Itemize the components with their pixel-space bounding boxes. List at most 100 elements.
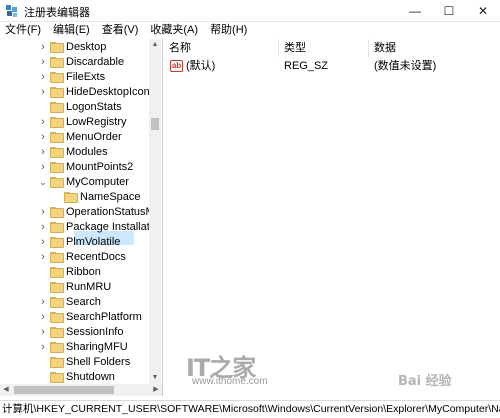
maximize-button[interactable]: ☐ [432, 0, 466, 22]
folder-icon [50, 237, 64, 248]
tree-item[interactable]: › Discardable [0, 55, 150, 70]
tree-horizontal-scrollbar[interactable]: ◀ ▶ [0, 384, 162, 396]
column-header-name[interactable]: 名称 [164, 39, 279, 57]
tree-item-label: FileExts [66, 71, 106, 83]
tree-item[interactable]: Shell Folders [0, 355, 150, 370]
chevron-right-icon[interactable]: › [38, 252, 48, 263]
chevron-right-icon[interactable]: › [38, 342, 48, 353]
tree-item[interactable]: NameSpace [0, 190, 150, 205]
folder-icon [50, 372, 64, 383]
tree-item-label: LogonStats [66, 101, 122, 113]
tree-item[interactable]: › FileExts [0, 70, 150, 85]
chevron-right-icon[interactable]: › [38, 117, 48, 128]
chevron-right-icon[interactable]: › [38, 72, 48, 83]
folder-icon [64, 192, 78, 203]
chevron-right-icon[interactable]: › [38, 162, 48, 173]
chevron-right-icon[interactable]: › [38, 237, 48, 248]
tree-item[interactable]: › Package Installatio [0, 220, 158, 235]
tree-item[interactable]: › RecentDocs [0, 250, 150, 265]
tree-item-label: MyComputer [66, 176, 129, 188]
values-list[interactable]: 名称 类型 数据 ab (默认) REG_SZ (数值未设置) [164, 39, 500, 396]
chevron-right-icon[interactable]: › [38, 312, 48, 323]
menu-edit[interactable]: 编辑(E) [47, 22, 96, 38]
scroll-left-arrow-icon[interactable]: ◀ [0, 384, 12, 396]
folder-icon [50, 312, 64, 323]
tree-item-label: Ribbon [66, 266, 101, 278]
folder-icon [50, 222, 64, 233]
menu-help[interactable]: 帮助(H) [204, 22, 253, 38]
folder-icon [50, 357, 64, 368]
tree-vertical-scrollbar[interactable]: ▲ ▼ [149, 39, 161, 384]
chevron-right-icon[interactable]: › [38, 207, 48, 218]
tree-item-label: Shutdown [66, 371, 115, 383]
tree-item[interactable]: › HideDesktopIcons [0, 85, 155, 100]
vertical-scroll-thumb[interactable] [151, 118, 159, 130]
menu-bar: 文件(F) 编辑(E) 查看(V) 收藏夹(A) 帮助(H) [0, 22, 500, 38]
value-type: REG_SZ [284, 60, 329, 72]
tree-item[interactable]: › PlmVolatile [0, 235, 150, 250]
tree-item[interactable]: › Desktop [0, 40, 150, 55]
close-button[interactable]: ✕ [466, 0, 500, 22]
folder-icon [50, 177, 64, 188]
menu-favorites[interactable]: 收藏夹(A) [144, 22, 204, 38]
tree-item-label: HideDesktopIcons [66, 86, 156, 98]
title-bar: 注册表编辑器 — ☐ ✕ [0, 0, 500, 22]
tree-item-label: RecentDocs [66, 251, 126, 263]
scroll-down-arrow-icon[interactable]: ▼ [149, 372, 161, 384]
chevron-right-icon[interactable]: › [38, 222, 48, 233]
value-data: (数值未设置) [374, 60, 437, 72]
string-value-icon: ab [170, 60, 183, 72]
tree-item-label: MountPoints2 [66, 161, 134, 173]
registry-tree[interactable]: › Desktop › Discardable › FileExts › HideDeskto… [0, 39, 163, 396]
chevron-right-icon[interactable]: › [38, 327, 48, 338]
tree-item[interactable]: › Search [0, 295, 150, 310]
tree-item[interactable]: ⌄ MyComputer [0, 175, 150, 190]
tree-item[interactable]: › MenuOrder [0, 130, 150, 145]
chevron-right-icon[interactable]: › [38, 147, 48, 158]
ithome-watermark: IT之家 www.ithome.com [186, 348, 306, 388]
tree-item-label: SharingMFU [66, 341, 128, 353]
tree-item[interactable]: › SessionInfo [0, 325, 150, 340]
minimize-button[interactable]: — [398, 0, 432, 22]
tree-item[interactable]: › SharingMFU [0, 340, 150, 355]
chevron-down-icon[interactable]: ⌄ [38, 177, 48, 187]
value-row[interactable]: ab (默认) REG_SZ (数值未设置) [164, 59, 500, 74]
column-header-type[interactable]: 类型 [279, 39, 369, 57]
tree-item-label: SearchPlatform [66, 311, 142, 323]
chevron-right-icon[interactable]: › [38, 132, 48, 143]
tree-item-label: Discardable [66, 56, 125, 68]
tree-item[interactable]: › MountPoints2 [0, 160, 150, 175]
value-name: (默认) [186, 60, 216, 72]
menu-view[interactable]: 查看(V) [96, 22, 145, 38]
tree-item[interactable]: RunMRU [0, 280, 150, 295]
chevron-right-icon[interactable]: › [38, 297, 48, 308]
chevron-right-icon[interactable]: › [38, 42, 48, 53]
scroll-right-arrow-icon[interactable]: ▶ [150, 384, 162, 396]
folder-icon [50, 342, 64, 353]
tree-item-label: SessionInfo [66, 326, 124, 338]
tree-item[interactable]: › SearchPlatform [0, 310, 150, 325]
tree-item-label: Shell Folders [66, 356, 131, 368]
tree-item-label: Desktop [66, 41, 107, 53]
window-title: 注册表编辑器 [24, 7, 90, 19]
tree-item[interactable]: › LowRegistry [0, 115, 150, 130]
status-bar-path: 计算机\HKEY_CURRENT_USER\SOFTWARE\Microsoft… [0, 400, 500, 418]
folder-icon [50, 72, 64, 83]
tree-item[interactable]: LogonStats [0, 100, 150, 115]
folder-icon [50, 102, 64, 113]
folder-icon [50, 282, 64, 293]
menu-file[interactable]: 文件(F) [0, 22, 47, 38]
tree-item[interactable]: › Modules [0, 145, 150, 160]
column-header-data[interactable]: 数据 [369, 39, 500, 57]
horizontal-scroll-thumb[interactable] [14, 386, 114, 394]
chevron-right-icon[interactable]: › [38, 57, 48, 68]
tree-item[interactable]: › OperationStatusMa [0, 205, 161, 220]
tree-item[interactable]: Shutdown [0, 370, 150, 385]
folder-icon [50, 147, 64, 158]
chevron-right-icon[interactable]: › [38, 87, 48, 98]
folder-icon [50, 42, 64, 53]
folder-icon [50, 267, 64, 278]
scroll-up-arrow-icon[interactable]: ▲ [149, 39, 161, 51]
folder-icon [50, 162, 64, 173]
tree-item[interactable]: Ribbon [0, 265, 150, 280]
